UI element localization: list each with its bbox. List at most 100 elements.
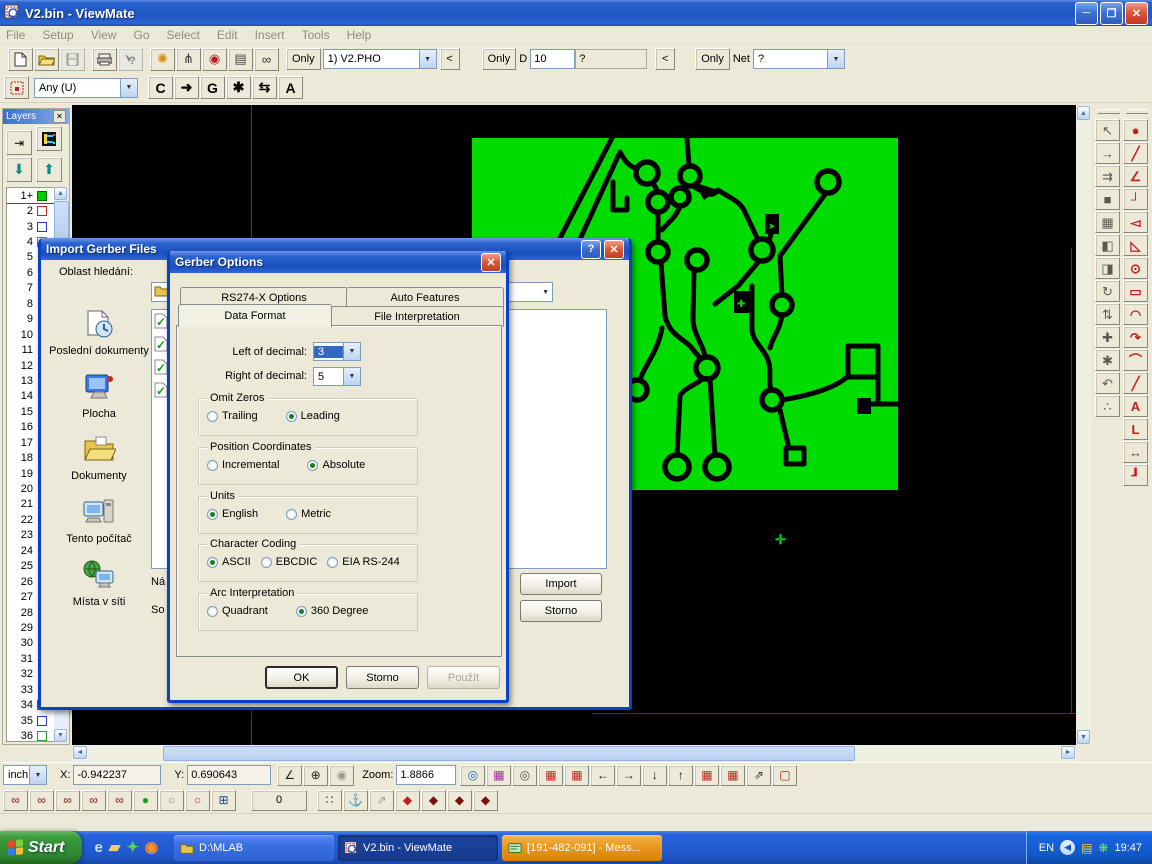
- flash-filter-button[interactable]: ✱: [226, 76, 251, 99]
- menu-setup[interactable]: Setup: [42, 28, 73, 42]
- taskbar-task-d-mlab[interactable]: D:\MLAB: [174, 835, 334, 861]
- lasso-tool[interactable]: ∴: [1095, 395, 1120, 417]
- draw-label-tool[interactable]: L: [1123, 418, 1148, 440]
- previous-net-button[interactable]: <: [655, 48, 675, 70]
- layer-scroll-up-button[interactable]: ▲: [54, 187, 67, 200]
- layer-row-3[interactable]: 3: [7, 219, 55, 234]
- language-indicator[interactable]: EN: [1039, 842, 1054, 854]
- only-dcode-button[interactable]: Only: [482, 48, 517, 70]
- pan-left-button[interactable]: ←: [590, 765, 615, 786]
- draw-arc-tool[interactable]: ◠: [1123, 303, 1148, 325]
- draw-polyline-tool[interactable]: ∠: [1123, 165, 1148, 187]
- arrow-filter-button[interactable]: ➜: [174, 76, 199, 99]
- draw-line-tool[interactable]: ╱: [1123, 142, 1148, 164]
- anchor-button[interactable]: ⚓: [343, 790, 368, 811]
- pad-view-icon[interactable]: ◉: [202, 48, 227, 71]
- flash-point-button-3[interactable]: ◆: [447, 790, 472, 811]
- net-combo[interactable]: ? ▼: [753, 49, 845, 69]
- layer-scroll-down-button[interactable]: ▼: [54, 729, 67, 742]
- move-origin-tool[interactable]: ✚: [1095, 326, 1120, 348]
- layer-color-swatch[interactable]: [37, 191, 47, 201]
- inspect-layer-button[interactable]: ∞: [107, 790, 132, 811]
- layers-panel-titlebar[interactable]: Layers ✕: [3, 109, 69, 124]
- layer-color-swatch[interactable]: [37, 222, 47, 232]
- vertical-scrollbar[interactable]: ▲ ▼: [1076, 105, 1091, 745]
- dimension-view-icon[interactable]: ⋔: [176, 48, 201, 71]
- layer-table-button[interactable]: [36, 126, 62, 151]
- unit-combo[interactable]: inch ▼: [3, 765, 47, 785]
- green-app-quicklaunch-icon[interactable]: ✦: [126, 840, 139, 855]
- radio-leading[interactable]: Leading: [286, 410, 340, 422]
- only-net-button[interactable]: Only: [695, 48, 730, 70]
- tab-auto-features[interactable]: Auto Features: [346, 287, 504, 308]
- draw-rectangle-tool[interactable]: ▭: [1123, 280, 1148, 302]
- layers-close-icon[interactable]: ✕: [53, 110, 66, 123]
- layer-move-down-button[interactable]: ⬇: [6, 157, 32, 182]
- highlight-off-button[interactable]: ○: [159, 790, 184, 811]
- menu-select[interactable]: Select: [167, 28, 200, 42]
- draw-pad-tool[interactable]: ●: [1123, 119, 1148, 141]
- text-filter-button[interactable]: A: [278, 76, 303, 99]
- layer-insert-button[interactable]: ⇥: [6, 130, 32, 155]
- chevron-down-icon[interactable]: ▼: [343, 368, 360, 385]
- pattern-fill-tool[interactable]: ▦: [1095, 211, 1120, 233]
- draw-circle-tool[interactable]: ⊙: [1123, 257, 1148, 279]
- place-desktop[interactable]: Plocha: [49, 371, 149, 421]
- move-selection-tool[interactable]: →: [1095, 142, 1120, 164]
- radio-absolute[interactable]: Absolute: [307, 459, 365, 471]
- inspect-glasses-icon[interactable]: ∞: [254, 48, 279, 71]
- horizontal-scroll-thumb[interactable]: [163, 746, 855, 761]
- scale-tool[interactable]: ⇅: [1095, 303, 1120, 325]
- rotate-tool[interactable]: ↻: [1095, 280, 1120, 302]
- menu-view[interactable]: View: [91, 28, 117, 42]
- chevron-down-icon[interactable]: ▼: [419, 50, 436, 68]
- draw-corner2-tool[interactable]: ┚: [1123, 464, 1148, 486]
- icq-flower-tray-icon[interactable]: ❋: [1098, 842, 1108, 854]
- dcode-query-field[interactable]: ?: [575, 49, 647, 69]
- scroll-down-button[interactable]: ▼: [1077, 730, 1090, 744]
- folder-quicklaunch-icon[interactable]: ▰: [109, 840, 121, 855]
- firefox-quicklaunch-icon[interactable]: ◉: [145, 840, 158, 855]
- tab-data-format[interactable]: Data Format: [178, 304, 332, 327]
- tray-collapse-button[interactable]: ◀: [1060, 840, 1075, 855]
- layer-row-1[interactable]: 1+: [7, 188, 55, 203]
- flash-point-button-2[interactable]: ◆: [421, 790, 446, 811]
- import-dialog-close-button[interactable]: ✕: [604, 240, 624, 259]
- pan-down-button[interactable]: ↓: [642, 765, 667, 786]
- draw-curve-tool[interactable]: ↷: [1123, 326, 1148, 348]
- chevron-down-icon[interactable]: ▼: [542, 289, 549, 296]
- radio-quadrant[interactable]: Quadrant: [207, 605, 268, 617]
- dialog-help-button[interactable]: ?: [581, 240, 601, 259]
- red-dashed-box-icon[interactable]: [4, 76, 29, 99]
- layer-row-35[interactable]: 35: [7, 713, 55, 728]
- zoom-value-input[interactable]: 1.8866: [396, 765, 456, 785]
- move-points-button[interactable]: ⇗: [369, 790, 394, 811]
- draw-ellipse-arc-tool[interactable]: ⌒: [1123, 349, 1148, 371]
- zoom-in-button[interactable]: ◎: [460, 765, 485, 786]
- layer-row-36[interactable]: 36: [7, 728, 55, 742]
- taskbar-task--191-482-091-mess-[interactable]: [191-482-091] - Mess...: [502, 835, 662, 861]
- right-of-decimal-combo[interactable]: 5 ▼: [313, 367, 361, 386]
- grid-capture-button[interactable]: ▦: [538, 765, 563, 786]
- place-my-computer[interactable]: Tento počítač: [49, 496, 149, 546]
- menu-file[interactable]: File: [6, 28, 25, 42]
- grid-offset-button[interactable]: ▦: [720, 765, 745, 786]
- save-file-button[interactable]: [60, 48, 85, 71]
- ie-quicklaunch-icon[interactable]: e: [94, 840, 102, 855]
- undo-tool[interactable]: ↶: [1095, 372, 1120, 394]
- grid-corner-button[interactable]: ▦: [694, 765, 719, 786]
- radio-ebcdic[interactable]: EBCDIC: [261, 556, 318, 568]
- circle-filter-button[interactable]: C: [148, 76, 173, 99]
- taskbar-task-v2-bin-viewmate[interactable]: V2.bin - ViewMate: [338, 835, 498, 861]
- import-cancel-button[interactable]: Storno: [520, 600, 602, 622]
- restore-button[interactable]: ❐: [1100, 2, 1123, 25]
- horizontal-scrollbar[interactable]: ◄ ►: [72, 745, 1076, 761]
- zoom-window-button[interactable]: ◎: [512, 765, 537, 786]
- ok-button[interactable]: OK: [265, 666, 338, 689]
- cancel-button[interactable]: Storno: [346, 666, 419, 689]
- context-help-button[interactable]: ?: [118, 48, 143, 71]
- grid-dots-button[interactable]: ∷: [317, 790, 342, 811]
- stretch-dashed-button[interactable]: ⇗: [746, 765, 771, 786]
- layer-scroll-thumb[interactable]: [54, 201, 69, 239]
- place-documents[interactable]: Dokumenty: [49, 433, 149, 483]
